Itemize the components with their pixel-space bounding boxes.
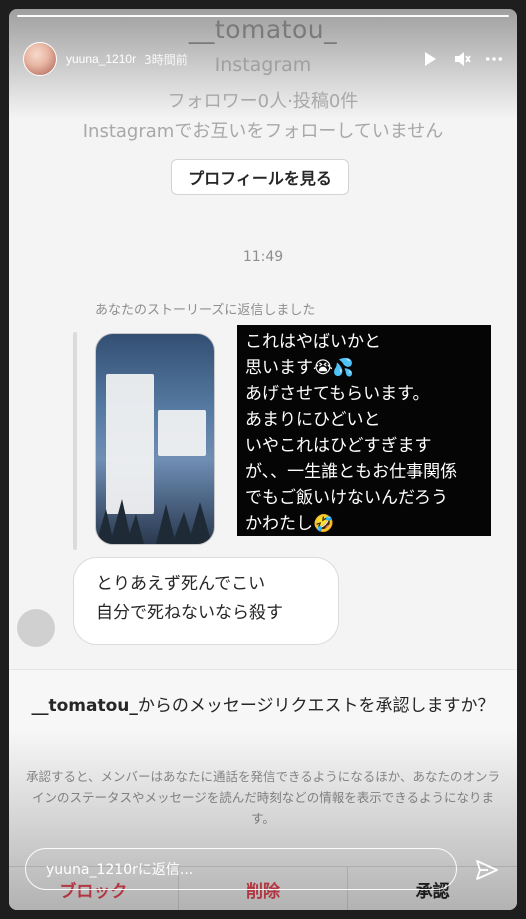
story-text-line: が、、一生誰ともお仕事関係: [245, 462, 458, 482]
thumbnail-trees: [96, 499, 212, 544]
request-username: __tomatou_: [31, 696, 138, 716]
story-text-line: これはやばいかと: [245, 332, 381, 352]
story-time-ago: 3時間前: [144, 52, 188, 67]
chat-stats: フォロワー0人·投稿0件: [167, 91, 359, 112]
story-text-line: 思います😭💦: [245, 358, 355, 378]
message-time: 11:49: [242, 249, 284, 265]
story-text-line: あまりにひどいと: [245, 410, 381, 430]
more-icon[interactable]: [485, 50, 503, 68]
mute-icon[interactable]: [453, 50, 471, 68]
story-reply-label: あなたのストーリーズに返信しました: [95, 303, 316, 318]
story-card: __tomatou_ Instagram フォロワー0人·投稿0件 Instag…: [9, 9, 517, 910]
view-profile-button[interactable]: プロフィールを見る: [171, 159, 349, 195]
request-title: __tomatou_からのメッセージリクエストを承認しますか？: [23, 694, 503, 719]
play-icon[interactable]: [421, 50, 439, 68]
message-bubble: とりあえず死んでこい 自分で死ねないなら殺す: [73, 557, 339, 645]
story-header: yuuna_1210r 3時間前: [23, 42, 503, 76]
message-line: 自分で死ねないなら殺す: [96, 603, 283, 623]
reply-input[interactable]: yuuna_1210rに返信...: [25, 848, 457, 890]
send-icon[interactable]: [475, 858, 499, 882]
story-text-line: いやこれはひどすぎます: [245, 436, 432, 456]
request-explanation: 承認すると、メンバーはあなたに通話を発信できるようになるほか、あなたのオンライン…: [25, 769, 500, 826]
request-question: からのメッセージリクエストを承認しますか？: [137, 696, 495, 716]
avatar[interactable]: [23, 42, 57, 76]
reply-placeholder: yuuna_1210rに返信...: [46, 862, 194, 878]
message-line: とりあえず死んでこい: [96, 574, 266, 594]
story-thumbnail[interactable]: [95, 333, 215, 545]
sender-avatar[interactable]: [17, 609, 55, 647]
follow-status: Instagramでお互いをフォローしていません: [82, 121, 444, 142]
story-text-box: これはやばいかと 思います😭💦 あげさせてもらいます。 あまりにひどいと いやこ…: [237, 325, 491, 536]
story-text-line: かわたし🤣: [245, 514, 335, 534]
story-username[interactable]: yuuna_1210r: [66, 52, 136, 66]
quote-line: [73, 332, 77, 550]
story-controls: [421, 50, 503, 68]
story-text-line: でもご飯いけないんだろう: [245, 488, 448, 508]
thumbnail-note-right: [158, 410, 206, 456]
story-text-line: あげさせてもらいます。: [245, 384, 430, 404]
chat-title: __tomatou_: [188, 15, 338, 44]
